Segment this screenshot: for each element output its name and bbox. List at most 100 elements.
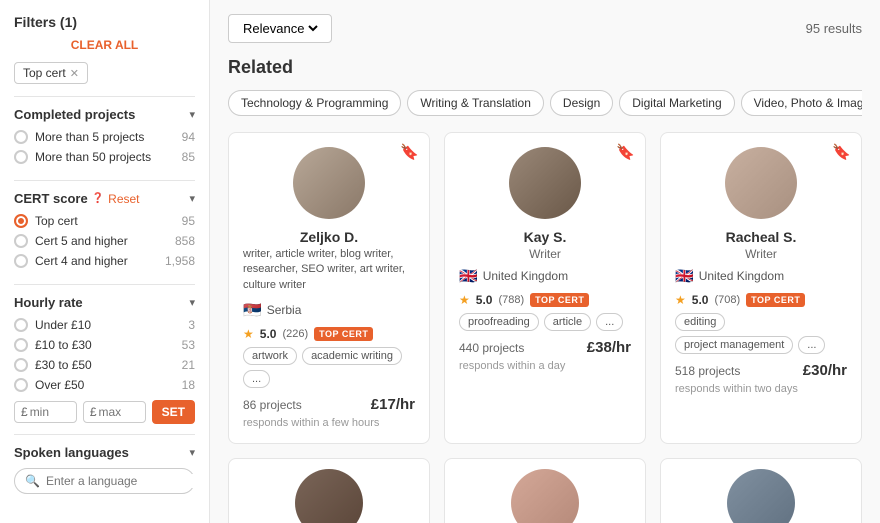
completed-projects-header[interactable]: Completed projects ▾ <box>14 107 195 122</box>
active-filter-tag: Top cert ✕ <box>14 62 88 84</box>
category-tab-design[interactable]: Design <box>550 90 613 116</box>
sort-select-wrap[interactable]: Relevance Rating Price <box>228 14 332 43</box>
rate-option-30-50[interactable]: £30 to £50 21 <box>14 358 195 372</box>
category-tab-video[interactable]: Video, Photo & Image <box>741 90 862 116</box>
cert-option-top[interactable]: Top cert 95 <box>14 214 195 228</box>
radio-cert-4[interactable] <box>14 254 28 268</box>
tag-proofreading[interactable]: proofreading <box>459 313 539 331</box>
cards-grid: 🔖 Zeljko D. writer, article writer, blog… <box>228 132 862 523</box>
card-kay: 🔖 Kay S. Writer 🇬🇧 United Kingdom ★ 5.0 … <box>444 132 646 444</box>
completed-projects-option-1[interactable]: More than 50 projects 85 <box>14 150 195 164</box>
filter-section-hourly-rate: Hourly rate ▾ Under £10 3 £10 to £30 53 … <box>14 284 195 434</box>
main-content: Relevance Rating Price 95 results Relate… <box>210 0 880 523</box>
filter-section-spoken-languages: Spoken languages ▾ 🔍 <box>14 434 195 504</box>
card-tags-zeljko: artwork academic writing ... <box>243 347 415 388</box>
star-icon-racheal: ★ <box>675 293 686 307</box>
currency-symbol-max: £ <box>90 405 97 419</box>
chevron-down-icon: ▾ <box>189 108 195 121</box>
language-search-wrap: 🔍 <box>14 468 195 494</box>
language-search-input[interactable] <box>46 474 201 488</box>
filter-section-completed-projects: Completed projects ▾ More than 5 project… <box>14 96 195 180</box>
tag-artwork[interactable]: artwork <box>243 347 297 365</box>
tag-more-zeljko[interactable]: ... <box>243 370 270 388</box>
card-tags-racheal: editing project management ... <box>675 313 847 354</box>
card-name-zeljko: Zeljko D. <box>243 229 415 245</box>
tag-more-racheal[interactable]: ... <box>798 336 825 354</box>
rate-option-over50[interactable]: Over £50 18 <box>14 378 195 392</box>
card-racheal: 🔖 Racheal S. Writer 🇬🇧 United Kingdom ★ … <box>660 132 862 444</box>
cert-option-5[interactable]: Cert 5 and higher 858 <box>14 234 195 248</box>
card-bottom-2 <box>444 458 646 523</box>
cert-option-4[interactable]: Cert 4 and higher 1,958 <box>14 254 195 268</box>
radio-10-30[interactable] <box>14 338 28 352</box>
rating-row-zeljko: ★ 5.0 (226) TOP CERT <box>243 327 415 341</box>
avatar-bottom-2 <box>511 469 579 523</box>
radio-over-50[interactable] <box>14 378 28 392</box>
radio-top-cert[interactable] <box>14 214 28 228</box>
hourly-rate-title: Hourly rate <box>14 295 83 310</box>
sort-select[interactable]: Relevance Rating Price <box>239 20 321 37</box>
filters-title: Filters (1) <box>14 14 77 30</box>
flag-icon-kay: 🇬🇧 <box>459 267 478 285</box>
radio-more-5[interactable] <box>14 130 28 144</box>
tag-more-kay[interactable]: ... <box>596 313 623 331</box>
cert-score-header[interactable]: CERT score ❓ Reset ▾ <box>14 191 195 206</box>
completed-projects-title: Completed projects <box>14 107 135 122</box>
close-icon[interactable]: ✕ <box>70 67 79 80</box>
spoken-languages-title: Spoken languages <box>14 445 129 460</box>
chevron-down-icon: ▾ <box>189 446 195 459</box>
results-count: 95 results <box>806 21 862 36</box>
card-bottom-1 <box>228 458 430 523</box>
category-tab-writing[interactable]: Writing & Translation <box>407 90 544 116</box>
bookmark-icon-zeljko[interactable]: 🔖 <box>400 143 419 161</box>
top-cert-badge-kay: TOP CERT <box>530 293 589 307</box>
avatar-wrap-kay <box>459 147 631 219</box>
card-role-kay: Writer <box>459 247 631 261</box>
main-header: Relevance Rating Price 95 results <box>228 14 862 43</box>
rate-option-under10[interactable]: Under £10 3 <box>14 318 195 332</box>
bookmark-icon-kay[interactable]: 🔖 <box>616 143 635 161</box>
avatar-wrap-zeljko <box>243 147 415 219</box>
tag-article[interactable]: article <box>544 313 591 331</box>
reset-link[interactable]: Reset <box>108 192 139 206</box>
card-bottom-3 <box>660 458 862 523</box>
card-footer-zeljko: 86 projects £17/hr <box>243 396 415 413</box>
avatar-wrap-racheal <box>675 147 847 219</box>
card-role-zeljko: writer, article writer, blog writer, res… <box>243 247 415 293</box>
related-title: Related <box>228 57 862 78</box>
help-icon[interactable]: ❓ <box>92 193 104 204</box>
tag-editing[interactable]: editing <box>675 313 725 331</box>
completed-projects-option-0[interactable]: More than 5 projects 94 <box>14 130 195 144</box>
hourly-rate-header[interactable]: Hourly rate ▾ <box>14 295 195 310</box>
radio-cert-5[interactable] <box>14 234 28 248</box>
star-icon-zeljko: ★ <box>243 327 254 341</box>
rate-max-input[interactable] <box>99 405 139 419</box>
avatar-racheal <box>725 147 797 219</box>
rate-max-wrap: £ <box>83 401 146 423</box>
avatar-bottom-1 <box>295 469 363 523</box>
flag-icon-racheal: 🇬🇧 <box>675 267 694 285</box>
chevron-down-icon: ▾ <box>189 296 195 309</box>
cert-score-title: CERT score <box>14 191 88 206</box>
top-cert-badge-racheal: TOP CERT <box>746 293 805 307</box>
radio-30-50[interactable] <box>14 358 28 372</box>
clear-all-link[interactable]: CLEAR ALL <box>14 38 195 52</box>
card-role-racheal: Writer <box>675 247 847 261</box>
set-rate-button[interactable]: SET <box>152 400 195 424</box>
card-zeljko: 🔖 Zeljko D. writer, article writer, blog… <box>228 132 430 444</box>
card-country-zeljko: 🇷🇸 Serbia <box>243 301 415 319</box>
category-tab-tech[interactable]: Technology & Programming <box>228 90 401 116</box>
rate-min-input[interactable] <box>30 405 70 419</box>
radio-under-10[interactable] <box>14 318 28 332</box>
category-tab-digital-marketing[interactable]: Digital Marketing <box>619 90 734 116</box>
card-name-kay: Kay S. <box>459 229 631 245</box>
rate-option-10-30[interactable]: £10 to £30 53 <box>14 338 195 352</box>
avatar-kay <box>509 147 581 219</box>
spoken-languages-header[interactable]: Spoken languages ▾ <box>14 445 195 460</box>
tag-project-management[interactable]: project management <box>675 336 793 354</box>
radio-more-50[interactable] <box>14 150 28 164</box>
bookmark-icon-racheal[interactable]: 🔖 <box>832 143 851 161</box>
tag-academic-writing[interactable]: academic writing <box>302 347 402 365</box>
chevron-down-icon: ▾ <box>189 192 195 205</box>
star-icon-kay: ★ <box>459 293 470 307</box>
